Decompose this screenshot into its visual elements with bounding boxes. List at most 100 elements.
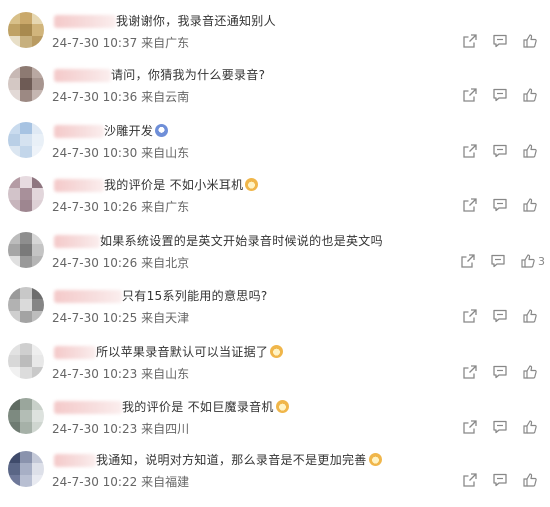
username-redacted[interactable] <box>54 179 104 192</box>
share-icon[interactable] <box>462 308 478 324</box>
avatar[interactable] <box>8 12 44 48</box>
comment-icon[interactable] <box>492 419 508 435</box>
comment-location: 来自山东 <box>141 367 190 381</box>
avatar[interactable] <box>8 66 44 102</box>
share-icon[interactable] <box>462 419 478 435</box>
comment-text: 我的评价是 不如小米耳机 <box>104 176 259 194</box>
comment-location: 来自山东 <box>141 146 190 160</box>
comment-item: 请问，你猜我为什么要录音? 24-7-30 10:36 来自云南 <box>0 66 550 122</box>
like-icon[interactable] <box>522 87 538 103</box>
avatar[interactable] <box>8 176 44 212</box>
like-icon[interactable] <box>522 472 538 488</box>
comment-icon[interactable] <box>492 364 508 380</box>
comment-meta: 24-7-30 10:25 来自天津 <box>52 309 189 326</box>
comment-item: 如果系统设置的是英文开始录音时候说的也是英文吗 24-7-30 10:26 来自北… <box>0 232 550 288</box>
comment-icon[interactable] <box>492 472 508 488</box>
username-redacted[interactable] <box>54 125 104 138</box>
comment-text-content: 所以苹果录音默认可以当证据了 <box>96 345 269 359</box>
like-icon[interactable] <box>522 143 538 159</box>
comment-item: 只有15系列能用的意思吗? 24-7-30 10:25 来自天津 <box>0 287 550 343</box>
share-icon[interactable] <box>462 472 478 488</box>
username-redacted[interactable] <box>54 235 100 248</box>
comment-actions <box>448 472 538 488</box>
share-icon[interactable] <box>462 197 478 213</box>
cat-emoji-icon <box>275 400 289 413</box>
avatar[interactable] <box>8 287 44 323</box>
username-redacted[interactable] <box>54 346 96 359</box>
share-icon[interactable] <box>460 253 476 269</box>
username-redacted[interactable] <box>54 69 111 82</box>
comment-actions <box>448 364 538 380</box>
comment-icon[interactable] <box>492 143 508 159</box>
like-icon[interactable] <box>522 197 538 213</box>
username-redacted[interactable] <box>54 15 116 28</box>
avatar[interactable] <box>8 343 44 379</box>
comment-text-content: 我通知，说明对方知道，那么录音是不是更加完善 <box>96 453 367 467</box>
comment-item: 我通知，说明对方知道，那么录音是不是更加完善 24-7-30 10:22 来自福建 <box>0 451 550 507</box>
comment-icon[interactable] <box>492 308 508 324</box>
share-icon[interactable] <box>462 364 478 380</box>
comment-meta: 24-7-30 10:26 来自广东 <box>52 198 189 215</box>
comment-actions <box>448 87 538 103</box>
comment-location: 来自广东 <box>141 36 190 50</box>
comment-text: 沙雕开发 <box>104 122 169 140</box>
comment-location: 来自广东 <box>141 200 190 214</box>
comment-location: 来自云南 <box>141 90 190 104</box>
comment-icon[interactable] <box>490 253 506 269</box>
comment-text-content: 如果系统设置的是英文开始录音时候说的也是英文吗 <box>100 234 383 248</box>
comment-text-content: 我谢谢你，我录音还通知别人 <box>116 14 276 28</box>
comment-meta: 24-7-30 10:30 来自山东 <box>52 144 189 161</box>
comment-time: 24-7-30 10:26 <box>52 200 138 214</box>
comment-location: 来自天津 <box>141 311 190 325</box>
like-icon[interactable] <box>520 253 536 269</box>
share-icon[interactable] <box>462 33 478 49</box>
avatar[interactable] <box>8 122 44 158</box>
comment-time: 24-7-30 10:37 <box>52 36 138 50</box>
like-icon[interactable] <box>522 419 538 435</box>
comment-text: 请问，你猜我为什么要录音? <box>111 66 265 84</box>
comment-meta: 24-7-30 10:37 来自广东 <box>52 34 189 51</box>
comment-list: 我谢谢你，我录音还通知别人 24-7-30 10:37 来自广东 请问，你猜我为什么… <box>0 0 550 503</box>
comment-text: 我通知，说明对方知道，那么录音是不是更加完善 <box>96 451 382 469</box>
username-redacted[interactable] <box>54 454 96 467</box>
comment-actions <box>448 33 538 49</box>
comment-item: 我的评价是 不如巨魔录音机 24-7-30 10:23 来自四川 <box>0 398 550 454</box>
comment-text: 我的评价是 不如巨魔录音机 <box>122 398 289 416</box>
avatar[interactable] <box>8 451 44 487</box>
comment-actions: 3 <box>446 253 545 269</box>
comment-text: 我谢谢你，我录音还通知别人 <box>116 12 276 30</box>
comment-meta: 24-7-30 10:23 来自四川 <box>52 420 189 437</box>
comment-item: 沙雕开发 24-7-30 10:30 来自山东 <box>0 122 550 178</box>
comment-item: 所以苹果录音默认可以当证据了 24-7-30 10:23 来自山东 <box>0 343 550 399</box>
comment-text-content: 只有15系列能用的意思吗? <box>122 289 268 303</box>
comment-meta: 24-7-30 10:26 来自北京 <box>52 254 189 271</box>
comment-time: 24-7-30 10:26 <box>52 256 138 270</box>
share-icon[interactable] <box>462 87 478 103</box>
comment-icon[interactable] <box>492 197 508 213</box>
comment-text-content: 请问，你猜我为什么要录音? <box>111 68 266 82</box>
avatar[interactable] <box>8 398 44 434</box>
comment-time: 24-7-30 10:22 <box>52 475 138 489</box>
like-icon[interactable] <box>522 33 538 49</box>
comment-text-content: 沙雕开发 <box>104 124 154 138</box>
comment-icon[interactable] <box>492 33 508 49</box>
username-redacted[interactable] <box>54 401 122 414</box>
comment-time: 24-7-30 10:30 <box>52 146 138 160</box>
comment-time: 24-7-30 10:23 <box>52 367 138 381</box>
comment-actions <box>448 143 538 159</box>
like-icon[interactable] <box>522 308 538 324</box>
laugh-emoji-icon <box>155 124 169 137</box>
comment-time: 24-7-30 10:23 <box>52 422 138 436</box>
comment-text: 只有15系列能用的意思吗? <box>122 287 268 305</box>
comment-text: 如果系统设置的是英文开始录音时候说的也是英文吗 <box>100 232 383 250</box>
username-redacted[interactable] <box>54 290 122 303</box>
share-icon[interactable] <box>462 143 478 159</box>
comment-text: 所以苹果录音默认可以当证据了 <box>96 343 284 361</box>
comment-icon[interactable] <box>492 87 508 103</box>
comment-meta: 24-7-30 10:23 来自山东 <box>52 365 189 382</box>
avatar[interactable] <box>8 232 44 268</box>
like-icon[interactable] <box>522 364 538 380</box>
comment-item: 我谢谢你，我录音还通知别人 24-7-30 10:37 来自广东 <box>0 12 550 68</box>
cat-emoji-icon <box>245 178 259 191</box>
comment-time: 24-7-30 10:36 <box>52 90 138 104</box>
